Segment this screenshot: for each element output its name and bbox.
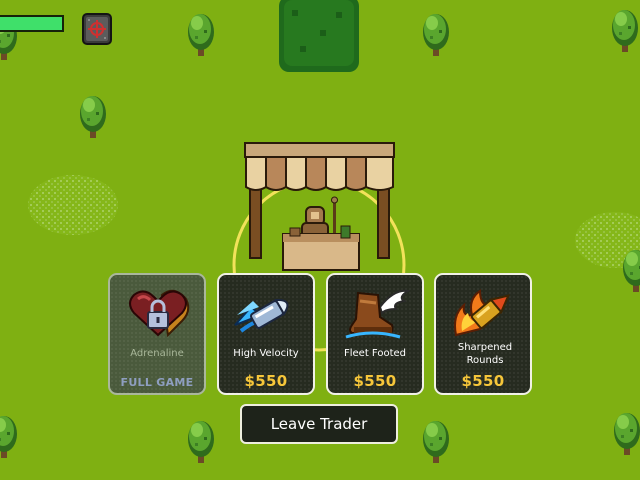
full-game-label: FULL GAME <box>120 376 194 389</box>
bush <box>279 0 359 72</box>
blue-bullet-icon <box>234 299 289 333</box>
tree <box>0 416 17 458</box>
trader-npc <box>301 196 338 238</box>
tree <box>612 10 638 52</box>
map-target-icon <box>82 13 112 45</box>
health-bar <box>0 15 64 32</box>
upgrade-name: Sharpened Rounds <box>457 342 513 366</box>
grass-patch <box>28 175 118 235</box>
upgrade-name: Fleet Footed <box>344 348 406 359</box>
tree <box>188 421 214 463</box>
tree <box>614 413 640 455</box>
health-bar-fill <box>0 17 62 30</box>
heart-lock-icon <box>129 289 190 338</box>
upgrade-card-adrenaline[interactable]: Adrenaline FULL GAME <box>108 273 206 395</box>
upgrade-card-sharpened-rounds[interactable]: Sharpened Rounds $550 <box>434 273 532 395</box>
upgrade-card-fleet-footed[interactable]: Fleet Footed $550 <box>326 273 424 395</box>
upgrade-name: High Velocity <box>233 348 299 359</box>
upgrade-price: $550 <box>244 372 288 390</box>
tree <box>423 421 449 463</box>
game-scene: Adrenaline FULL GAME High Velocity $550 <box>0 0 640 480</box>
tree <box>188 14 214 56</box>
upgrade-card-high-velocity[interactable]: High Velocity $550 <box>217 273 315 395</box>
upgrade-price: $550 <box>353 372 397 390</box>
trader-stall <box>244 142 395 271</box>
tree <box>80 96 106 138</box>
winged-boot-icon <box>345 289 410 339</box>
flaming-bullet-icon <box>454 289 511 337</box>
trader-upgrade-list: Adrenaline FULL GAME High Velocity $550 <box>108 273 532 395</box>
leave-trader-button[interactable]: Leave Trader <box>240 404 398 444</box>
tree <box>423 14 449 56</box>
upgrade-name: Adrenaline <box>130 348 184 359</box>
map-button[interactable] <box>82 13 112 45</box>
upgrade-price: $550 <box>461 372 505 390</box>
